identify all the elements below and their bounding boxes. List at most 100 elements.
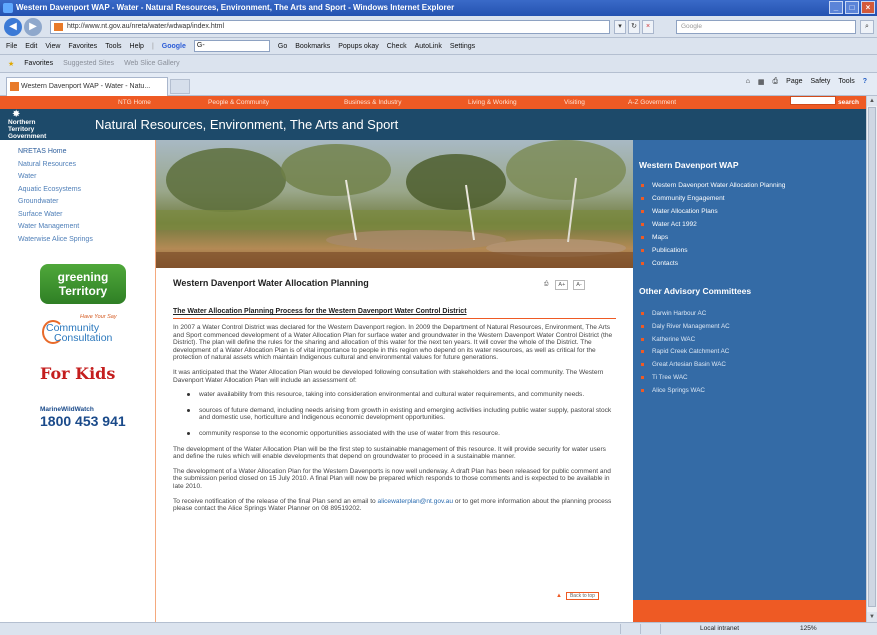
toolbar-popups[interactable]: Popups okay xyxy=(338,43,378,50)
left-nav-groundwater[interactable]: Groundwater xyxy=(18,198,93,211)
left-nav-nretas-home[interactable]: NRETAS Home xyxy=(18,148,93,161)
menu-favorites[interactable]: Favorites xyxy=(68,43,97,50)
main-content: Western Davenport Water Allocation Plann… xyxy=(155,140,634,622)
back-icon[interactable]: ◀ xyxy=(4,18,22,36)
dropdown-icon[interactable]: ▾ xyxy=(614,20,626,34)
sidebar-item-great-artesian-basin[interactable]: Great Artesian Basin WAC xyxy=(641,361,730,374)
menu-help[interactable]: Help xyxy=(130,43,144,50)
sidebar-heading: Western Davenport WAP xyxy=(639,160,739,170)
menu-file[interactable]: File xyxy=(6,43,17,50)
print-page-icon[interactable]: ⎙ xyxy=(542,280,550,290)
command-tools[interactable]: Tools xyxy=(838,78,854,86)
feeds-icon[interactable]: ▦ xyxy=(758,78,765,86)
nav-visiting[interactable]: Visiting xyxy=(564,96,585,109)
toolbar-bookmarks[interactable]: Bookmarks xyxy=(295,43,330,50)
nav-people-community[interactable]: People & Community xyxy=(208,96,269,109)
menu-view[interactable]: View xyxy=(45,43,60,50)
scroll-down-icon[interactable]: ▼ xyxy=(867,612,877,622)
greening-territory-banner[interactable]: greening Territory xyxy=(40,264,126,304)
site-search-input[interactable] xyxy=(790,96,836,105)
marine-wild-watch-banner[interactable]: MarineWildWatch 1800 453 941 xyxy=(40,406,132,436)
nav-business-industry[interactable]: Business & Industry xyxy=(344,96,401,109)
sidebar-item-darwin-harbour[interactable]: Darwin Harbour AC xyxy=(641,310,730,323)
list-item: sources of future demand, including need… xyxy=(187,407,618,422)
assessment-list: water availability from this resource, t… xyxy=(187,391,618,437)
sidebar-item-wdwap[interactable]: Western Davenport Water Allocation Plann… xyxy=(641,182,785,195)
help-icon[interactable]: ? xyxy=(863,78,867,86)
page-tools: ⎙ A+ A- xyxy=(542,280,585,290)
suggested-sites-link[interactable]: Suggested Sites xyxy=(63,60,114,67)
sidebar-item-katherine[interactable]: Katherine WAC xyxy=(641,336,730,349)
left-nav-water-management[interactable]: Water Management xyxy=(18,223,93,236)
page-title: Natural Resources, Environment, The Arts… xyxy=(95,117,399,132)
home-icon[interactable]: ⌂ xyxy=(746,78,750,86)
sidebar-item-ti-tree[interactable]: Ti Tree WAC xyxy=(641,374,730,387)
left-nav-surface-water[interactable]: Surface Water xyxy=(18,211,93,224)
favorites-star-icon[interactable]: ★ xyxy=(8,60,14,68)
toolbar-autolink[interactable]: AutoLink xyxy=(415,43,442,50)
community-consultation-banner[interactable]: Have Your Say Community Consultation xyxy=(40,314,132,350)
sidebar-item-publications[interactable]: Publications xyxy=(641,247,785,260)
stop-icon[interactable]: × xyxy=(642,20,654,34)
search-input[interactable]: Google xyxy=(676,20,856,34)
left-nav-natural-resources[interactable]: Natural Resources xyxy=(18,161,93,174)
menu-edit[interactable]: Edit xyxy=(25,43,37,50)
maximize-icon[interactable]: □ xyxy=(845,1,859,14)
url-input[interactable]: http://www.nt.gov.au/nreta/water/wdwap/i… xyxy=(50,20,610,34)
sidebar-item-contacts[interactable]: Contacts xyxy=(641,260,785,273)
sidebar-item-rapid-creek[interactable]: Rapid Creek Catchment AC xyxy=(641,348,730,361)
sidebar-heading: Other Advisory Committees xyxy=(639,286,752,296)
sidebar-item-daly-river[interactable]: Daly River Management AC xyxy=(641,323,730,336)
toolbar-settings[interactable]: Settings xyxy=(450,43,475,50)
status-bar: Local intranet 125% xyxy=(0,622,877,635)
menu-tools[interactable]: Tools xyxy=(105,43,121,50)
back-to-top-button[interactable]: Back to top xyxy=(565,592,599,600)
web-slice-gallery-link[interactable]: Web Slice Gallery xyxy=(124,60,180,67)
wap-links: Western Davenport Water Allocation Plann… xyxy=(641,182,785,273)
paragraph: The development of a Water Allocation Pl… xyxy=(173,467,611,490)
vertical-scrollbar[interactable]: ▲ ▼ xyxy=(866,96,877,622)
hero-image xyxy=(156,140,634,268)
minimize-icon[interactable]: _ xyxy=(829,1,843,14)
browser-tab[interactable]: Western Davenport WAP - Water - Natu... xyxy=(6,77,168,96)
command-page[interactable]: Page xyxy=(786,78,802,86)
nav-a-z-government[interactable]: A-Z Government xyxy=(628,96,676,109)
security-zone[interactable]: Local intranet xyxy=(700,623,739,635)
google-toolbar-input[interactable]: G- xyxy=(193,40,270,52)
toolbar-go[interactable]: Go xyxy=(278,43,287,50)
zoom-level[interactable]: 125% xyxy=(800,623,817,635)
new-tab-button[interactable] xyxy=(170,79,190,94)
refresh-icon[interactable]: ↻ xyxy=(628,20,640,34)
command-safety[interactable]: Safety xyxy=(811,78,831,86)
close-icon[interactable]: × xyxy=(861,1,875,14)
window-title-bar: Western Davenport WAP - Water - Natural … xyxy=(0,0,877,16)
google-toolbar-label: Google xyxy=(161,42,186,50)
advisory-links: Darwin Harbour AC Daly River Management … xyxy=(641,310,730,400)
scroll-up-icon[interactable]: ▲ xyxy=(867,96,877,106)
sidebar-item-water-act[interactable]: Water Act 1992 xyxy=(641,221,785,234)
up-arrow-icon: ▲ xyxy=(556,593,562,599)
nav-ntg-home[interactable]: NTG Home xyxy=(118,96,151,109)
site-header: ✸ Northern Territory Government Natural … xyxy=(0,109,866,140)
sidebar-item-alice-springs[interactable]: Alice Springs WAC xyxy=(641,387,730,400)
increase-text-button[interactable]: A+ xyxy=(555,280,569,290)
site-search-button[interactable]: search xyxy=(838,96,859,109)
for-kids-banner[interactable]: For Kids xyxy=(40,364,132,392)
left-nav-waterwise-alice-springs[interactable]: Waterwise Alice Springs xyxy=(18,236,93,249)
scroll-thumb[interactable] xyxy=(868,107,876,607)
sidebar-item-water-allocation-plans[interactable]: Water Allocation Plans xyxy=(641,208,785,221)
print-icon[interactable]: ⎙ xyxy=(773,78,779,86)
favorites-button[interactable]: Favorites xyxy=(24,60,53,67)
search-icon[interactable]: ⌕ xyxy=(860,20,874,34)
decrease-text-button[interactable]: A- xyxy=(573,280,585,290)
forward-icon[interactable]: ▶ xyxy=(24,18,42,36)
left-nav-water[interactable]: Water xyxy=(18,173,93,186)
web-page: NTG Home People & Community Business & I… xyxy=(0,96,866,622)
toolbar-check[interactable]: Check xyxy=(387,43,407,50)
sidebar-item-community-engagement[interactable]: Community Engagement xyxy=(641,195,785,208)
sidebar-item-maps[interactable]: Maps xyxy=(641,234,785,247)
email-link[interactable]: alicewaterplan@nt.gov.au xyxy=(378,498,453,505)
left-nav-aquatic-ecosystems[interactable]: Aquatic Ecosystems xyxy=(18,186,93,199)
nav-living-working[interactable]: Living & Working xyxy=(468,96,517,109)
menu-bar: File Edit View Favorites Tools Help | Go… xyxy=(0,38,877,55)
